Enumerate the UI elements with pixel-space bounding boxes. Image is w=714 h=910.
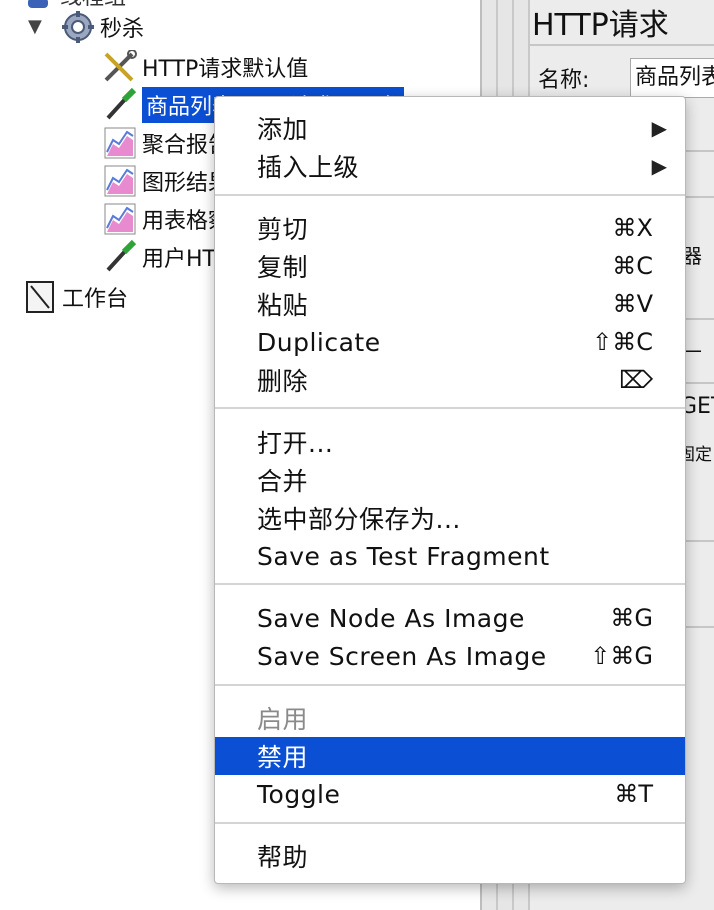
panel-title: HTTP请求 xyxy=(532,8,669,43)
menu-separator xyxy=(215,583,685,585)
tree-item-http-defaults[interactable]: HTTP请求默认值 xyxy=(102,50,308,84)
menu-item-save-node-as-image[interactable]: Save Node As Image ⌘G xyxy=(215,599,685,637)
shortcut-label: ⌘G xyxy=(610,604,653,632)
tree-item-graph-results[interactable]: 图形结果 xyxy=(102,164,230,198)
gear-icon xyxy=(60,10,96,44)
menu-item-insert-parent[interactable]: 插入上级 ▶ xyxy=(215,147,685,185)
menu-item-add[interactable]: 添加 ▶ xyxy=(215,109,685,147)
shortcut-label: ⇧⌘C xyxy=(592,328,653,356)
shortcut-label: ⌘X xyxy=(612,214,653,242)
menu-item-enable: 启用 xyxy=(257,705,309,734)
tree-item-aggregate-report[interactable]: 聚合报告 xyxy=(102,126,230,160)
shortcut-label: ⇧⌘G xyxy=(590,642,653,670)
menu-item-merge[interactable]: 合并 xyxy=(215,461,685,499)
graph-icon xyxy=(102,202,138,236)
menu-item-save-screen-as-image[interactable]: Save Screen As Image ⇧⌘G xyxy=(215,637,685,675)
context-menu: 添加 ▶ 插入上级 ▶ 剪切 ⌘X 复制 ⌘C 粘贴 ⌘V Duplicate … xyxy=(214,96,686,884)
pipette-icon xyxy=(102,240,138,274)
pipette-icon xyxy=(102,88,138,122)
jmeter-window: 线程组 ▼ 秒杀 HTTP请求默 xyxy=(0,0,714,910)
menu-item-disable[interactable]: 禁用 xyxy=(215,737,685,775)
submenu-arrow-icon: ▶ xyxy=(651,154,667,178)
menu-item-help[interactable]: 帮助 xyxy=(215,837,685,875)
menu-item-open[interactable]: 打开... xyxy=(215,423,685,461)
menu-separator xyxy=(215,194,685,196)
delete-key-icon: ⌦ xyxy=(619,366,653,394)
menu-item-toggle[interactable]: Toggle ⌘T xyxy=(215,775,685,813)
wrench-icon xyxy=(102,50,138,84)
expand-arrow-icon[interactable]: ▼ xyxy=(28,16,42,37)
name-label: 名称: xyxy=(538,68,590,93)
shortcut-label: ⌘V xyxy=(612,290,653,318)
tree-item-workbench[interactable]: 工作台 xyxy=(22,280,128,314)
workbench-icon xyxy=(22,280,58,314)
menu-item-save-selection-as[interactable]: 选中部分保存为... xyxy=(215,499,685,537)
menu-item-cut[interactable]: 剪切 ⌘X xyxy=(215,209,685,247)
name-field[interactable]: 商品列表 xyxy=(630,58,714,98)
thread-group-icon xyxy=(20,0,56,12)
graph-icon xyxy=(102,126,138,160)
tree-item-label: 秒杀 xyxy=(100,17,145,42)
menu-item-copy[interactable]: 复制 ⌘C xyxy=(215,247,685,285)
menu-separator xyxy=(215,822,685,824)
menu-item-save-as-test-fragment[interactable]: Save as Test Fragment xyxy=(215,537,685,575)
menu-item-delete[interactable]: 删除 ⌦ xyxy=(215,361,685,399)
shortcut-label: ⌘T xyxy=(614,780,653,808)
shortcut-label: ⌘C xyxy=(612,252,653,280)
submenu-arrow-icon: ▶ xyxy=(651,116,667,140)
tree-item-seckill[interactable]: 秒杀 xyxy=(60,10,144,44)
graph-icon xyxy=(102,164,138,198)
menu-item-duplicate[interactable]: Duplicate ⇧⌘C xyxy=(215,323,685,361)
tree-item-label: HTTP请求默认值 xyxy=(142,57,309,82)
menu-separator xyxy=(215,684,685,686)
menu-item-paste[interactable]: 粘贴 ⌘V xyxy=(215,285,685,323)
tree-item-label: 工作台 xyxy=(62,287,129,312)
menu-separator xyxy=(215,407,685,409)
